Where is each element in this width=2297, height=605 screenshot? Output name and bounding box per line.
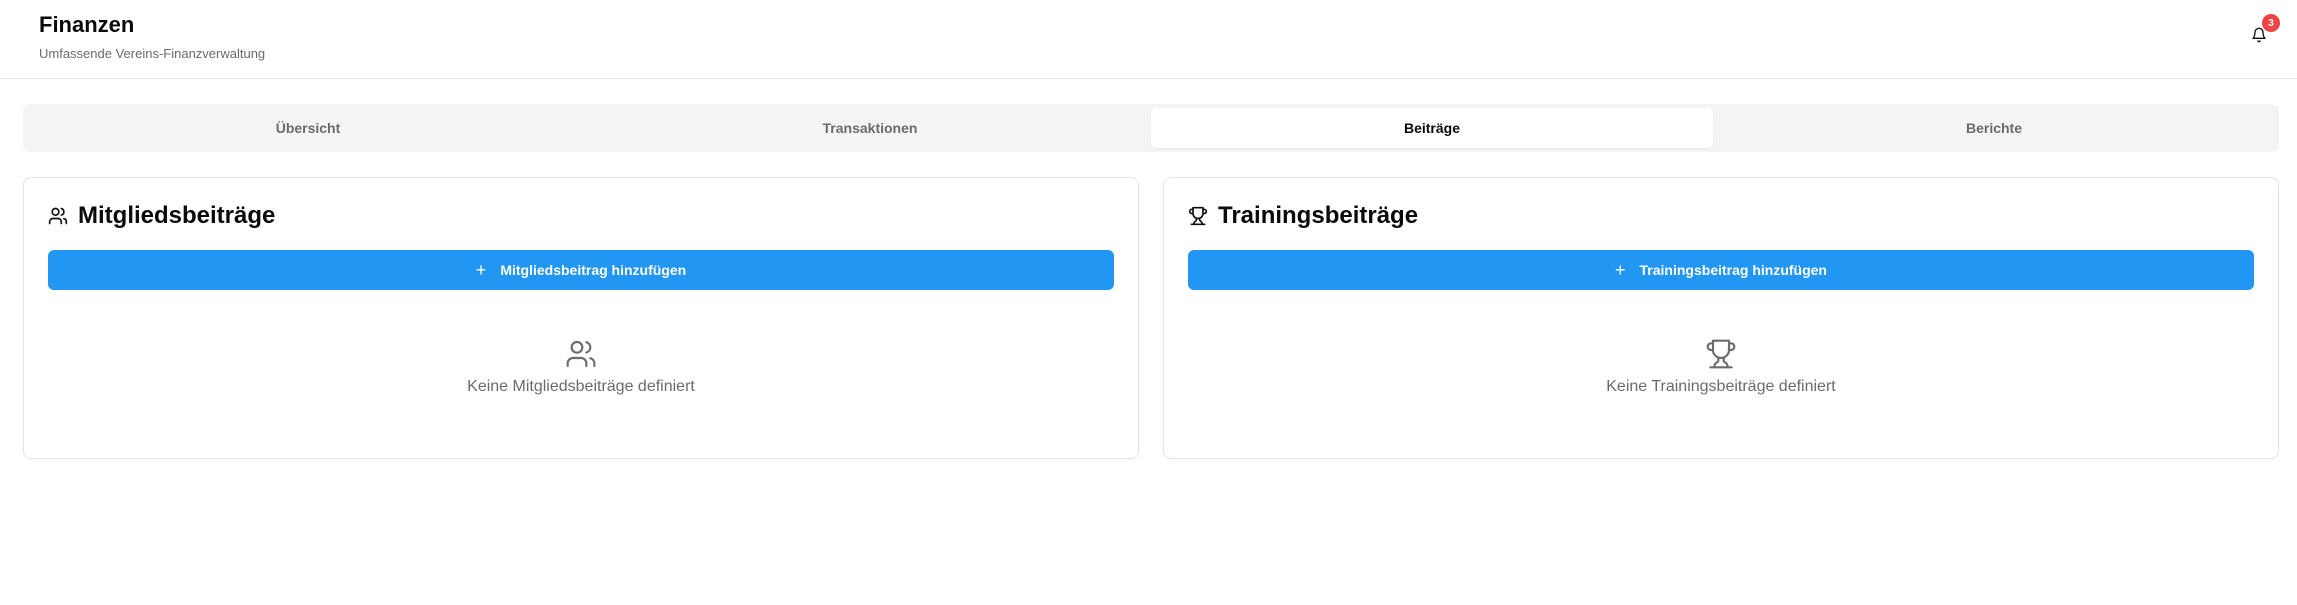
training-empty-text: Keine Trainingsbeiträge definiert (1606, 378, 1836, 395)
training-fees-card: Trainingsbeiträge + Trainingsbeitrag hin… (1163, 177, 2279, 459)
plus-icon: + (1615, 260, 1626, 280)
training-fees-title-text: Trainingsbeiträge (1218, 202, 1419, 229)
training-empty-state: Keine Trainingsbeiträge definiert (1164, 338, 2278, 396)
page-header: Finanzen Umfassende Vereins-Finanzverwal… (0, 0, 2297, 79)
users-icon (48, 207, 68, 225)
tab-transaktionen[interactable]: Transaktionen (589, 108, 1151, 148)
notification-badge: 3 (2262, 14, 2280, 32)
add-membership-fee-label: Mitgliedsbeitrag hinzufügen (500, 262, 687, 278)
training-fees-title: Trainingsbeiträge (1188, 202, 1418, 230)
membership-empty-state: Keine Mitgliedsbeiträge definiert (24, 338, 1138, 396)
add-training-fee-label: Trainingsbeitrag hinzufügen (1639, 262, 1827, 278)
trophy-icon (1188, 206, 1208, 226)
membership-fees-title: Mitgliedsbeiträge (48, 202, 275, 230)
tab-uebersicht[interactable]: Übersicht (27, 108, 589, 148)
add-membership-fee-button[interactable]: + Mitgliedsbeitrag hinzufügen (48, 250, 1114, 290)
page-title: Finanzen (39, 12, 135, 37)
tab-beitraege[interactable]: Beiträge (1151, 108, 1713, 148)
trophy-icon (1706, 339, 1736, 369)
add-training-fee-button[interactable]: + Trainingsbeitrag hinzufügen (1188, 250, 2254, 290)
page-subtitle: Umfassende Vereins-Finanzverwaltung (39, 46, 266, 61)
finance-tabs: Übersicht Transaktionen Beiträge Bericht… (23, 104, 2279, 152)
membership-fees-title-text: Mitgliedsbeiträge (78, 202, 276, 229)
tab-berichte[interactable]: Berichte (1713, 108, 2275, 148)
membership-empty-text: Keine Mitgliedsbeiträge definiert (467, 378, 695, 395)
membership-fees-card: Mitgliedsbeiträge + Mitgliedsbeitrag hin… (23, 177, 1139, 459)
users-icon (566, 340, 596, 368)
plus-icon: + (475, 260, 487, 280)
